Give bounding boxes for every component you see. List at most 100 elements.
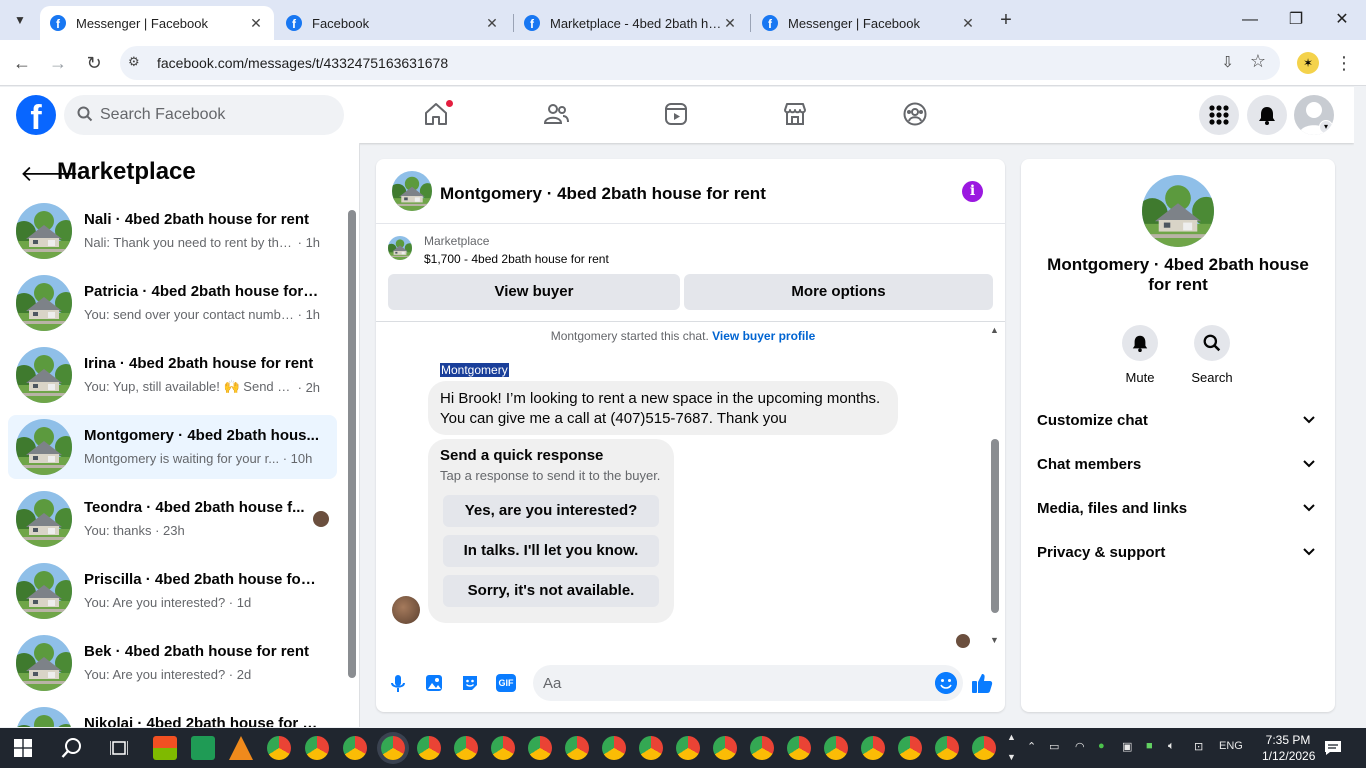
chrome-app-icon[interactable] [565,736,589,760]
chat-list-item[interactable]: Patricia · 4bed 2bath house for r... You… [8,271,337,335]
clock[interactable]: 7:35 PM 1/12/2026 [1262,732,1315,764]
close-tab-icon[interactable]: ✕ [248,15,264,32]
scrollbar-thumb[interactable] [348,210,356,678]
tray-app-icon[interactable]: ● [1098,740,1105,752]
store-app-icon[interactable] [153,736,177,760]
site-info-icon[interactable]: ⚙ [128,54,140,70]
notification-center-icon[interactable] [1324,740,1342,756]
chrome-app-icon[interactable] [602,736,626,760]
wifi-icon[interactable]: ◠ [1075,740,1085,753]
sticker-icon[interactable] [458,671,482,695]
account-avatar[interactable]: ▾ [1294,95,1334,135]
bookmark-star-icon[interactable]: ☆ [1250,51,1266,72]
microphone-icon[interactable] [386,671,410,695]
browser-tab-3[interactable]: f Marketplace - 4bed 2bath hous ✕ [514,6,748,40]
chrome-app-icon[interactable] [528,736,552,760]
tray-app-icon[interactable]: ■ [1146,740,1153,752]
scroll-up-icon[interactable]: ▲ [990,325,999,335]
conversation-avatar[interactable] [392,171,432,211]
show-hidden-icons-icon[interactable]: ⌃ [1027,740,1036,753]
customize-chat-section[interactable]: Customize chat [1029,399,1327,443]
message-composer[interactable] [533,665,963,701]
chat-list-item[interactable]: Nikolai · 4bed 2bath house for r... [8,703,337,727]
chat-list-item-selected[interactable]: Montgomery · 4bed 2bath hous... Montgome… [8,415,337,479]
listing-title[interactable]: $1,700 - 4bed 2bath house for rent [424,252,609,266]
reload-button[interactable]: ↻ [82,51,106,75]
windows-start-icon[interactable] [14,739,32,757]
battery-icon[interactable]: ▭ [1049,740,1059,753]
chrome-app-icon[interactable] [417,736,441,760]
volume-icon[interactable]: 🔈︎ [1168,740,1175,753]
forward-button[interactable]: → [46,51,70,75]
chat-list-item[interactable]: Irina · 4bed 2bath house for rent You: Y… [8,343,337,407]
view-buyer-profile-link[interactable]: View buyer profile [712,329,815,343]
search-box[interactable] [64,95,344,135]
quick-response-button[interactable]: Sorry, it's not available. [443,575,659,607]
browser-menu-icon[interactable]: ⋮ [1334,52,1354,74]
chrome-app-icon[interactable] [491,736,515,760]
gif-icon[interactable]: GIF [494,671,518,695]
view-buyer-button[interactable]: View buyer [388,274,680,310]
scrollbar-thumb[interactable] [991,439,999,613]
chrome-app-icon[interactable] [861,736,885,760]
quick-response-button[interactable]: In talks. I'll let you know. [443,535,659,567]
chat-list-item[interactable]: Nali · 4bed 2bath house for rent Nali: T… [8,199,337,263]
info-icon[interactable]: i [962,181,983,202]
chrome-app-icon[interactable] [824,736,848,760]
scroll-down-icon[interactable]: ▼ [990,635,999,645]
watch-icon[interactable] [663,101,689,127]
media-files-links-section[interactable]: Media, files and links [1029,487,1327,531]
extension-icon[interactable]: ✶ [1297,52,1319,74]
chrome-app-icon[interactable] [750,736,774,760]
close-tab-icon[interactable]: ✕ [960,15,976,32]
search-in-chat-button[interactable]: Search [1177,325,1247,385]
tab-search-button[interactable]: ▼ [8,8,32,32]
marketplace-icon[interactable] [782,101,808,127]
task-view-icon[interactable] [110,739,128,757]
spreadsheet-app-icon[interactable] [191,736,215,760]
security-icon[interactable]: ▣ [1122,740,1132,753]
browser-tab-4[interactable]: f Messenger | Facebook ✕ [752,6,986,40]
groups-icon[interactable] [902,101,928,127]
chrome-app-icon[interactable] [972,736,996,760]
page-scrollbar[interactable] [1354,87,1366,727]
close-tab-icon[interactable]: ✕ [484,15,500,32]
display-icon[interactable]: ⊡ [1194,740,1203,753]
taskbar-scroll-down-icon[interactable]: ▼ [1007,752,1016,762]
photo-icon[interactable] [422,671,446,695]
more-options-button[interactable]: More options [684,274,993,310]
close-window-button[interactable]: ✕ [1330,8,1354,32]
chat-list-scrollbar[interactable] [346,195,358,725]
friends-icon[interactable] [543,101,569,127]
privacy-support-section[interactable]: Privacy & support [1029,531,1327,575]
taskbar-scroll-up-icon[interactable]: ▲ [1007,732,1016,742]
chrome-app-icon[interactable] [267,736,291,760]
emoji-icon[interactable] [935,672,957,694]
browser-tab-2[interactable]: f Facebook ✕ [276,6,510,40]
home-icon[interactable] [423,101,449,127]
address-bar[interactable]: ⚙ facebook.com/messages/t/43324751636316… [120,46,1280,80]
chrome-app-icon[interactable] [713,736,737,760]
chat-members-section[interactable]: Chat members [1029,443,1327,487]
new-tab-button[interactable]: + [994,9,1018,33]
chat-list-item[interactable]: Teondra · 4bed 2bath house f... You: tha… [8,487,337,551]
url-text[interactable]: facebook.com/messages/t/4332475163631678 [157,55,448,71]
taskbar-search-icon[interactable] [61,737,83,759]
facebook-logo-icon[interactable]: f [16,95,56,135]
chrome-app-icon[interactable] [676,736,700,760]
close-tab-icon[interactable]: ✕ [722,15,738,32]
install-app-icon[interactable]: ⇩ [1221,53,1234,71]
back-button[interactable]: ← [10,51,34,75]
chat-list-item[interactable]: Bek · 4bed 2bath house for rent You: Are… [8,631,337,695]
mute-button[interactable]: Mute [1105,325,1175,385]
language-indicator[interactable]: ENG [1219,740,1243,752]
browser-tab-1[interactable]: f Messenger | Facebook ✕ [40,6,274,40]
quick-response-button[interactable]: Yes, are you interested? [443,495,659,527]
like-icon[interactable] [970,671,994,695]
message-input[interactable] [543,665,923,701]
chrome-app-icon-active[interactable] [381,736,405,760]
chrome-app-icon[interactable] [935,736,959,760]
notifications-button[interactable] [1247,95,1287,135]
conversation-title[interactable]: Montgomery · 4bed 2bath house for rent [440,184,766,204]
menu-grid-button[interactable] [1199,95,1239,135]
